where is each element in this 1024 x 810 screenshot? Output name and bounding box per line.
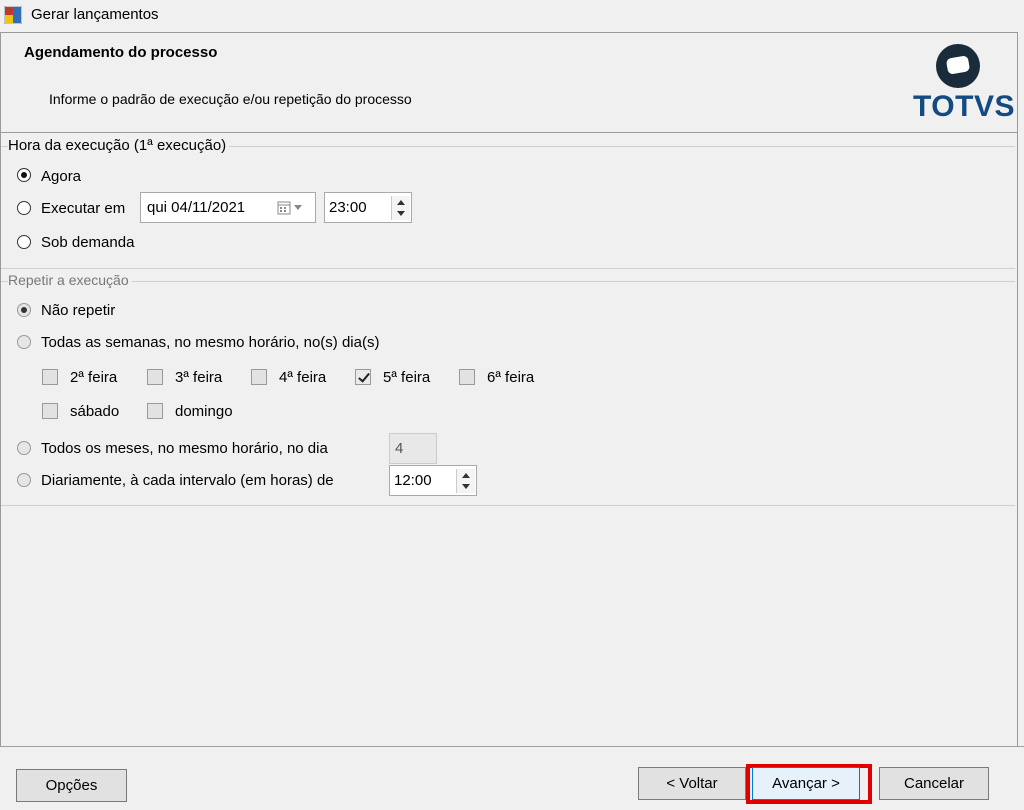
label-meses: Todos os meses, no mesmo horário, no dia bbox=[41, 440, 328, 457]
checkbox-4a-feira[interactable] bbox=[251, 369, 267, 385]
label-nao-repetir: Não repetir bbox=[41, 302, 116, 319]
checkbox-2a-feira[interactable] bbox=[42, 369, 58, 385]
date-picker[interactable]: qui 04/11/2021 bbox=[140, 192, 316, 223]
checkbox-domingo[interactable] bbox=[147, 403, 163, 419]
radio-diariamente[interactable] bbox=[17, 473, 31, 487]
back-button[interactable]: < Voltar bbox=[638, 767, 746, 800]
checkbox-5a-feira[interactable] bbox=[355, 369, 371, 385]
interval-value: 12:00 bbox=[394, 472, 432, 489]
radio-executar-em[interactable] bbox=[17, 201, 31, 215]
calendar-icon[interactable] bbox=[277, 201, 311, 215]
group-line-bottom bbox=[1, 505, 1015, 506]
group-line-repeat bbox=[1, 281, 1015, 282]
spin-down-icon[interactable] bbox=[392, 208, 410, 220]
radio-semanas[interactable] bbox=[17, 335, 31, 349]
checkbox-6a-feira[interactable] bbox=[459, 369, 475, 385]
radio-nao-repetir[interactable] bbox=[17, 303, 31, 317]
options-button[interactable]: Opções bbox=[16, 769, 127, 802]
label-semanas: Todas as semanas, no mesmo horário, no(s… bbox=[41, 334, 380, 351]
checkbox-3a-feira[interactable] bbox=[147, 369, 163, 385]
label-4a-feira: 4ª feira bbox=[279, 369, 327, 386]
app-icon bbox=[4, 6, 22, 24]
next-button[interactable]: Avançar > bbox=[752, 767, 860, 800]
window-title: Gerar lançamentos bbox=[31, 6, 159, 23]
month-day-value: 4 bbox=[395, 440, 404, 457]
label-sob-demanda: Sob demanda bbox=[41, 234, 135, 251]
totvs-logo: TOTVS bbox=[908, 42, 1014, 126]
radio-sob-demanda[interactable] bbox=[17, 235, 31, 249]
label-sabado: sábado bbox=[70, 403, 120, 420]
month-day-input[interactable]: 4 bbox=[389, 433, 437, 464]
radio-agora[interactable] bbox=[17, 168, 31, 182]
page-title: Agendamento do processo bbox=[24, 44, 218, 61]
radio-meses[interactable] bbox=[17, 441, 31, 455]
label-agora: Agora bbox=[41, 168, 82, 185]
label-5a-feira: 5ª feira bbox=[383, 369, 431, 386]
interval-input[interactable]: 12:00 bbox=[389, 465, 477, 496]
time-value: 23:00 bbox=[329, 199, 367, 216]
label-2a-feira: 2ª feira bbox=[70, 369, 118, 386]
spin-down-icon[interactable] bbox=[457, 481, 475, 493]
label-3a-feira: 3ª feira bbox=[175, 369, 223, 386]
page-subtitle: Informe o padrão de execução e/ou repeti… bbox=[49, 91, 412, 107]
label-6a-feira: 6ª feira bbox=[487, 369, 535, 386]
spin-up-icon[interactable] bbox=[392, 196, 410, 208]
date-value: qui 04/11/2021 bbox=[147, 199, 246, 216]
spin-up-icon[interactable] bbox=[457, 469, 475, 481]
footer-divider bbox=[0, 746, 1024, 747]
group-line-separator bbox=[1, 268, 1015, 269]
time-input[interactable]: 23:00 bbox=[324, 192, 412, 223]
totvs-logo-icon bbox=[936, 44, 980, 88]
logo-text: TOTVS bbox=[913, 90, 1015, 123]
group-title-execution: Hora da execução (1ª execução) bbox=[8, 137, 230, 154]
cancel-button[interactable]: Cancelar bbox=[879, 767, 989, 800]
group-title-repeat: Repetir a execução bbox=[8, 272, 132, 288]
checkbox-sabado[interactable] bbox=[42, 403, 58, 419]
label-diariamente: Diariamente, à cada intervalo (em horas)… bbox=[41, 472, 334, 489]
time-spinner[interactable] bbox=[391, 196, 410, 220]
label-executar-em: Executar em bbox=[41, 200, 126, 217]
interval-spinner[interactable] bbox=[456, 469, 475, 493]
label-domingo: domingo bbox=[175, 403, 233, 420]
